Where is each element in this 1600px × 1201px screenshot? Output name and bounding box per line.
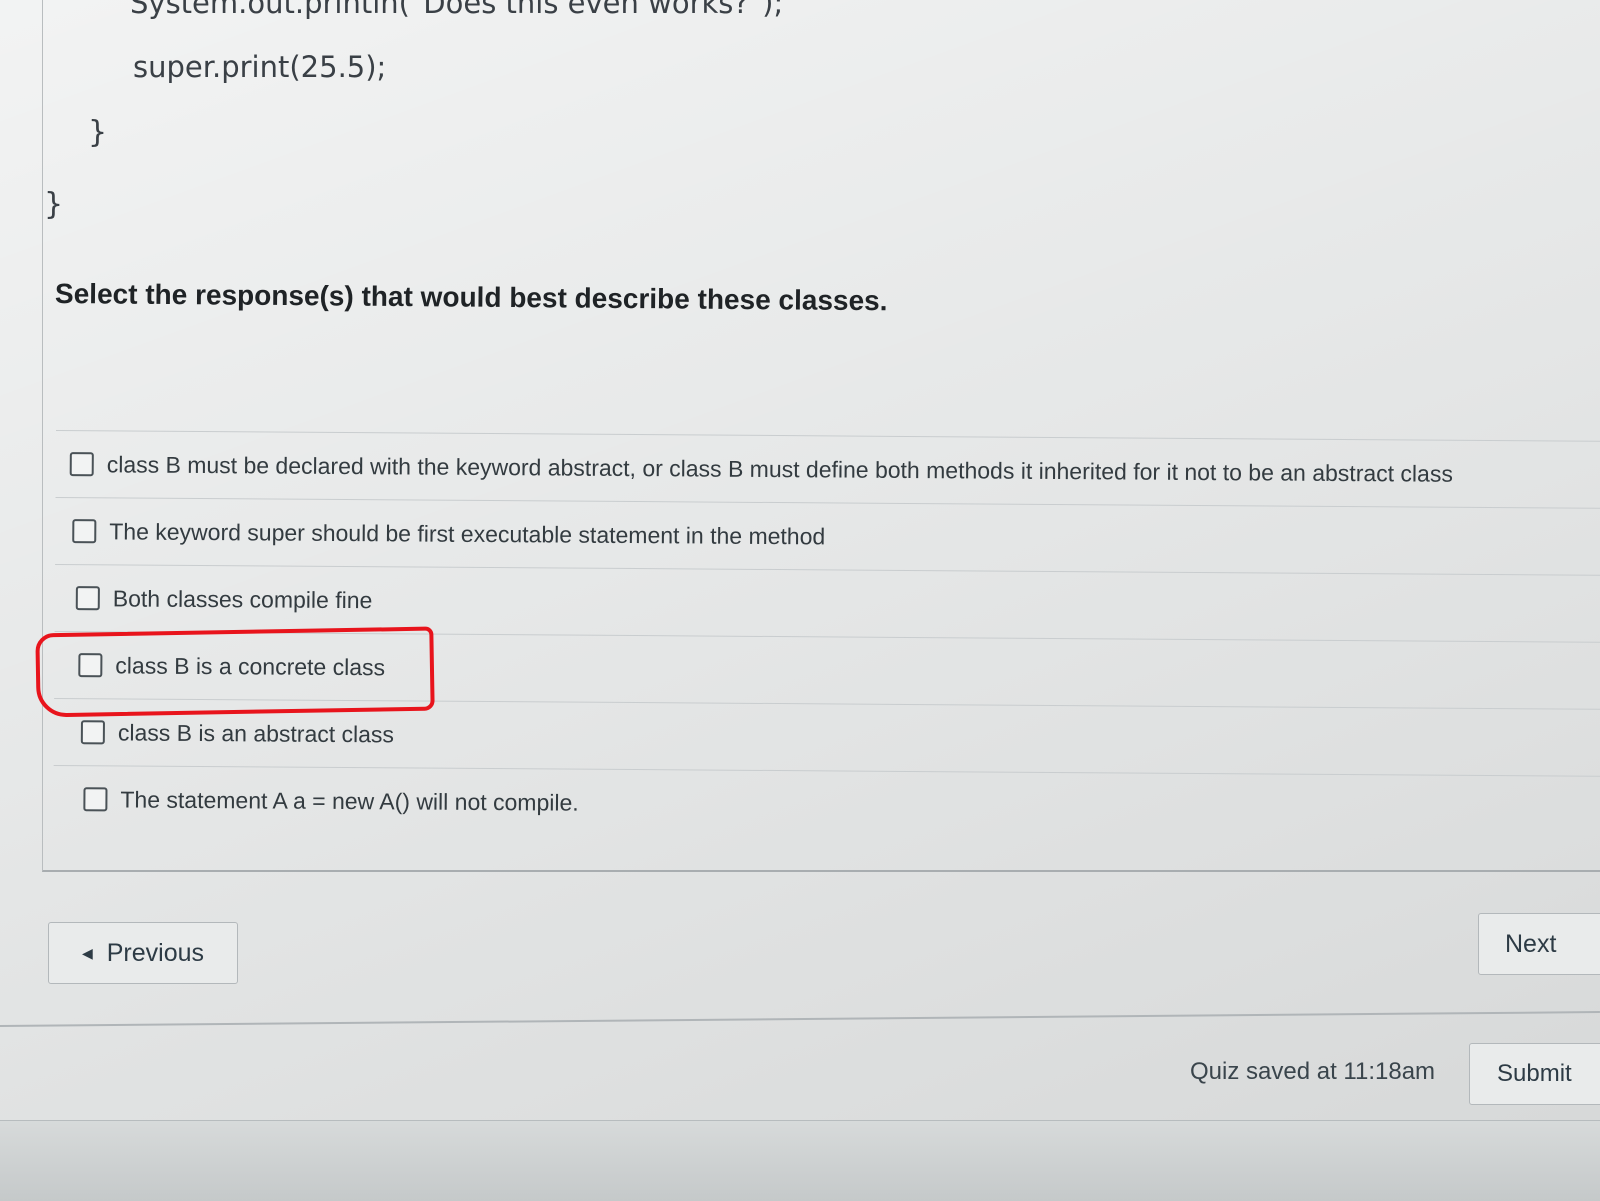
answer-option[interactable]: The keyword super should be first execut…: [55, 496, 1600, 575]
footer-divider: [0, 1011, 1600, 1027]
code-line: super.print(25.5);: [133, 50, 387, 84]
answer-label: The keyword super should be first execut…: [109, 517, 826, 549]
answer-list: class B must be declared with the keywor…: [53, 430, 1600, 843]
answer-option[interactable]: class B is a concrete class: [54, 630, 1600, 709]
answer-checkbox[interactable]: [80, 720, 105, 745]
answer-label: The statement A a = new A() will not com…: [120, 785, 579, 816]
code-line: }: [44, 187, 64, 222]
code-line: System.out.println("Does this even works…: [130, 0, 784, 20]
answer-label: class B must be declared with the keywor…: [106, 450, 1453, 487]
next-button-label: Next: [1505, 929, 1557, 958]
screen-bottom-edge: [0, 1120, 1600, 1201]
answer-option[interactable]: class B is an abstract class: [53, 697, 1600, 776]
answer-checkbox[interactable]: [83, 787, 108, 812]
answer-checkbox[interactable]: [78, 653, 103, 678]
previous-button[interactable]: ◀ Previous: [48, 922, 238, 984]
answer-label: class B is a concrete class: [115, 651, 386, 680]
answer-label: class B is an abstract class: [117, 718, 395, 747]
previous-button-label: Previous: [106, 938, 205, 967]
submit-button-label: Submit: [1497, 1060, 1572, 1087]
chevron-left-icon: ◀: [81, 944, 93, 961]
quiz-save-status: Quiz saved at 11:18am: [1190, 1058, 1436, 1085]
code-line: }: [88, 115, 108, 150]
answer-option[interactable]: The statement A a = new A() will not com…: [53, 764, 1600, 843]
submit-quiz-button[interactable]: Submit: [1469, 1043, 1600, 1105]
answer-label: Both classes compile fine: [112, 584, 373, 613]
next-button[interactable]: Next: [1478, 913, 1600, 975]
answer-option[interactable]: Both classes compile fine: [54, 563, 1600, 642]
answer-checkbox[interactable]: [69, 452, 94, 477]
answer-checkbox[interactable]: [72, 519, 97, 544]
answer-checkbox[interactable]: [75, 586, 100, 611]
answer-option[interactable]: class B must be declared with the keywor…: [55, 430, 1600, 508]
quiz-page: System.out.println("Does this even works…: [0, 0, 1600, 1201]
